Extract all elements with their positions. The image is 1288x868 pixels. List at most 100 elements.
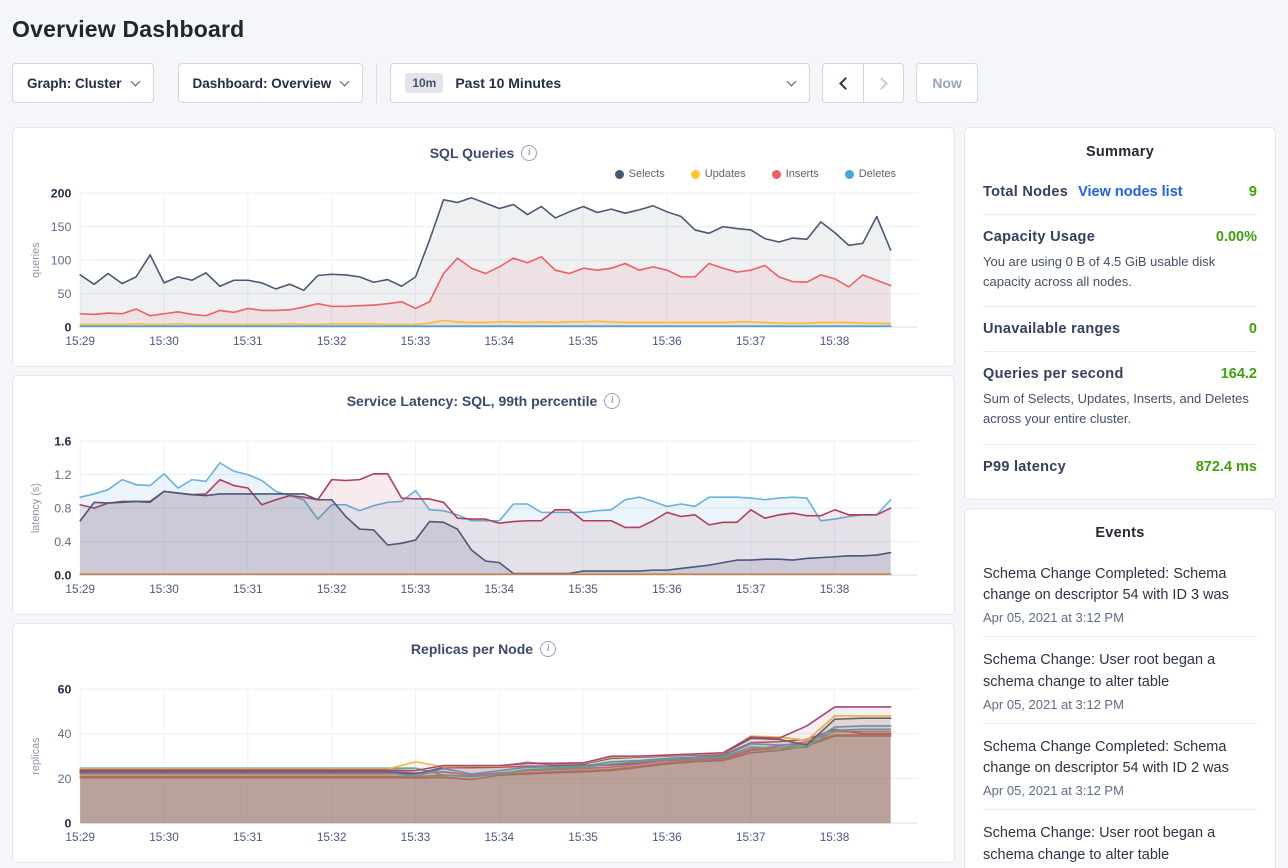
graph-dropdown[interactable]: Graph: Cluster xyxy=(12,63,154,103)
service-latency-chart: 0.00.40.81.21.615:2915:3015:3115:3215:33… xyxy=(25,432,942,602)
toolbar-divider xyxy=(376,63,377,103)
event-text: Schema Change Completed: Schema change o… xyxy=(983,737,1257,781)
legend-item-updates[interactable]: Updates xyxy=(691,168,746,180)
event-timestamp: Apr 05, 2021 at 3:12 PM xyxy=(983,783,1257,798)
summary-value: 164.2 xyxy=(1221,366,1257,382)
legend-dot-icon xyxy=(691,170,700,179)
legend-label: Updates xyxy=(705,168,746,180)
sql-queries-chart: 05010015020015:2915:3015:3115:3215:3315:… xyxy=(25,184,942,354)
dashboard-dropdown[interactable]: Dashboard: Overview xyxy=(178,63,364,103)
time-range-picker[interactable]: 10m Past 10 Minutes xyxy=(390,63,810,103)
summary-row-capacity-usage: Capacity Usage 0.00% You are using 0 B o… xyxy=(983,215,1257,307)
legend-spacer xyxy=(25,412,942,432)
svg-text:15:34: 15:34 xyxy=(484,830,514,844)
time-prev-button[interactable] xyxy=(823,64,863,102)
time-range-label: Past 10 Minutes xyxy=(455,75,788,91)
event-timestamp: Apr 05, 2021 at 3:12 PM xyxy=(983,697,1257,712)
svg-text:latency (s): latency (s) xyxy=(30,483,42,533)
events-title: Events xyxy=(983,525,1257,541)
time-range-badge: 10m xyxy=(405,73,443,93)
summary-label: Total Nodes xyxy=(983,184,1068,200)
svg-text:40: 40 xyxy=(58,727,72,741)
toolbar: Graph: Cluster Dashboard: Overview 10m P… xyxy=(12,63,1276,103)
info-icon[interactable] xyxy=(604,393,620,409)
legend-label: Inserts xyxy=(786,168,819,180)
info-icon[interactable] xyxy=(521,145,537,161)
svg-text:15:31: 15:31 xyxy=(233,830,263,844)
view-nodes-list-link[interactable]: View nodes list xyxy=(1078,184,1183,200)
replicas-per-node-chart-card: Replicas per Node 020406015:2915:3015:31… xyxy=(12,623,955,863)
legend-label: Selects xyxy=(629,168,665,180)
summary-row-unavailable-ranges: Unavailable ranges 0 xyxy=(983,307,1257,352)
dashboard-dropdown-label: Dashboard: Overview xyxy=(193,76,332,91)
main-content: SQL Queries SelectsUpdatesInsertsDeletes… xyxy=(12,127,1276,868)
summary-description: You are using 0 B of 4.5 GiB usable disk… xyxy=(983,252,1257,292)
svg-text:15:38: 15:38 xyxy=(820,334,850,348)
sql-queries-chart-card: SQL Queries SelectsUpdatesInsertsDeletes… xyxy=(12,127,955,367)
page-title: Overview Dashboard xyxy=(12,16,1276,43)
svg-text:15:35: 15:35 xyxy=(568,830,598,844)
event-item: Schema Change: User root began a schema … xyxy=(983,810,1257,868)
svg-text:15:32: 15:32 xyxy=(317,830,347,844)
svg-text:15:34: 15:34 xyxy=(484,582,514,596)
service-latency-chart-card: Service Latency: SQL, 99th percentile 0.… xyxy=(12,375,955,615)
svg-text:15:33: 15:33 xyxy=(401,830,431,844)
chart-title-row: Replicas per Node xyxy=(25,638,942,660)
svg-text:15:35: 15:35 xyxy=(568,582,598,596)
summary-label: Capacity Usage xyxy=(983,229,1095,245)
svg-text:150: 150 xyxy=(51,220,72,234)
event-timestamp: Apr 05, 2021 at 3:12 PM xyxy=(983,610,1257,625)
summary-label: P99 latency xyxy=(983,459,1066,475)
svg-text:15:38: 15:38 xyxy=(820,582,850,596)
legend-dot-icon xyxy=(772,170,781,179)
time-next-button[interactable] xyxy=(863,64,903,102)
chevron-down-icon xyxy=(340,76,350,86)
legend-item-deletes[interactable]: Deletes xyxy=(845,168,896,180)
legend-item-inserts[interactable]: Inserts xyxy=(772,168,819,180)
svg-text:15:36: 15:36 xyxy=(652,334,682,348)
overview-dashboard-page: Overview Dashboard Graph: Cluster Dashbo… xyxy=(0,0,1288,868)
event-text: Schema Change: User root began a schema … xyxy=(983,650,1257,694)
summary-panel: Summary Total Nodes View nodes list 9 Ca… xyxy=(964,127,1276,500)
summary-value: 9 xyxy=(1249,184,1257,200)
legend-item-selects[interactable]: Selects xyxy=(615,168,665,180)
time-step-buttons xyxy=(822,63,904,103)
svg-text:50: 50 xyxy=(58,287,72,301)
svg-text:15:37: 15:37 xyxy=(736,830,766,844)
chevron-right-icon xyxy=(875,77,888,90)
now-button[interactable]: Now xyxy=(916,63,978,103)
svg-text:15:34: 15:34 xyxy=(484,334,514,348)
chevron-down-icon xyxy=(787,76,797,86)
svg-text:1.6: 1.6 xyxy=(54,435,71,449)
chart-legend: Selects Updates Inserts Deletes xyxy=(25,164,942,184)
svg-text:15:30: 15:30 xyxy=(149,334,179,348)
svg-text:20: 20 xyxy=(58,772,72,786)
replicas-per-node-chart: 020406015:2915:3015:3115:3215:3315:3415:… xyxy=(25,680,942,850)
summary-label: Queries per second xyxy=(983,366,1124,382)
svg-text:15:29: 15:29 xyxy=(65,334,95,348)
charts-column: SQL Queries SelectsUpdatesInsertsDeletes… xyxy=(12,127,955,868)
svg-text:1.2: 1.2 xyxy=(54,468,71,482)
svg-text:15:33: 15:33 xyxy=(401,334,431,348)
chevron-left-icon xyxy=(839,77,852,90)
svg-text:replicas: replicas xyxy=(30,737,42,775)
legend-dot-icon xyxy=(845,170,854,179)
summary-label: Unavailable ranges xyxy=(983,321,1120,337)
svg-text:100: 100 xyxy=(51,254,72,268)
svg-text:15:33: 15:33 xyxy=(401,582,431,596)
summary-description: Sum of Selects, Updates, Inserts, and De… xyxy=(983,389,1257,429)
event-item: Schema Change Completed: Schema change o… xyxy=(983,551,1257,638)
chart-title-row: Service Latency: SQL, 99th percentile xyxy=(25,390,942,412)
summary-row-p99-latency: P99 latency 872.4 ms xyxy=(983,445,1257,489)
summary-row-total-nodes: Total Nodes View nodes list 9 xyxy=(983,170,1257,215)
svg-text:15:37: 15:37 xyxy=(736,334,766,348)
event-text: Schema Change: User root began a schema … xyxy=(983,823,1257,867)
info-icon[interactable] xyxy=(540,641,556,657)
svg-text:0.4: 0.4 xyxy=(54,535,71,549)
svg-text:queries: queries xyxy=(30,242,42,278)
side-column: Summary Total Nodes View nodes list 9 Ca… xyxy=(964,127,1276,868)
legend-dot-icon xyxy=(615,170,624,179)
graph-dropdown-label: Graph: Cluster xyxy=(27,76,122,91)
legend-label: Deletes xyxy=(859,168,896,180)
svg-text:15:32: 15:32 xyxy=(317,582,347,596)
